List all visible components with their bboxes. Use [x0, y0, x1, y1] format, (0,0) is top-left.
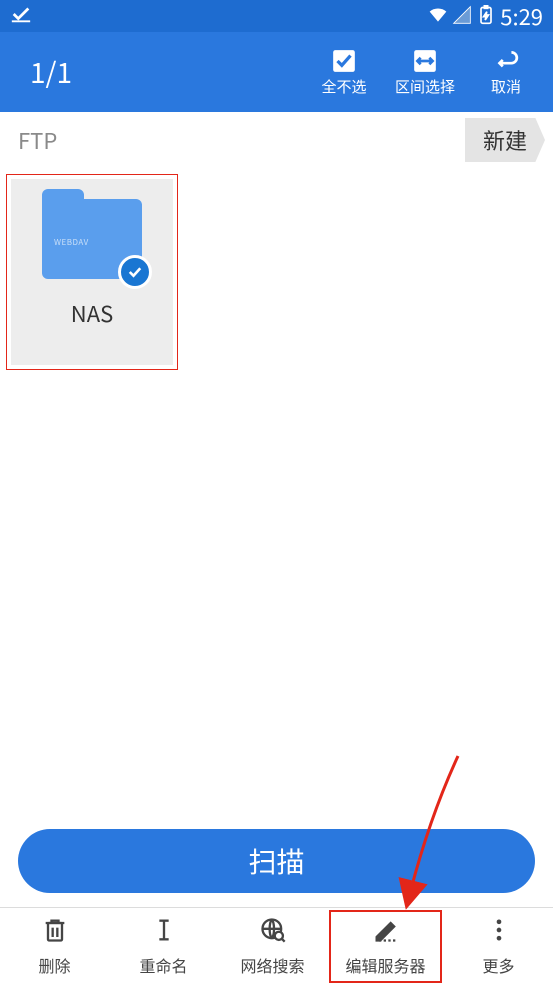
item-label: NAS [71, 297, 113, 329]
rename-button[interactable]: 重命名 [109, 908, 218, 985]
status-time: 5:29 [500, 0, 543, 32]
selection-toolbar: 1/1 全不选 区间选择 取消 [0, 32, 553, 112]
signal-icon [452, 0, 472, 32]
folder-icon: WEBDAV [42, 199, 142, 279]
rename-label: 重命名 [139, 953, 187, 977]
battery-icon [476, 0, 496, 32]
delete-label: 删除 [38, 953, 70, 977]
range-select-button[interactable]: 区间选择 [395, 48, 455, 97]
more-dots-icon [485, 916, 513, 949]
edit-server-button[interactable]: 编辑服务器 [329, 910, 442, 983]
cancel-label: 取消 [491, 76, 521, 97]
more-button[interactable]: 更多 [444, 908, 553, 985]
range-icon [412, 48, 438, 74]
status-check-icon [10, 3, 32, 30]
range-select-label: 区间选择 [395, 76, 455, 97]
checkbox-checked-icon [331, 48, 357, 74]
deselect-all-button[interactable]: 全不选 [315, 48, 373, 97]
globe-search-icon [259, 916, 287, 949]
item-nas[interactable]: WEBDAV NAS [6, 174, 178, 370]
network-search-button[interactable]: 网络搜索 [218, 908, 327, 985]
selection-count: 1/1 [30, 52, 315, 92]
trash-icon [41, 916, 69, 949]
bottom-action-bar: 删除 重命名 网络搜索 编辑服务器 更多 [0, 907, 553, 985]
undo-icon [493, 48, 519, 74]
wifi-icon [428, 0, 448, 32]
delete-button[interactable]: 删除 [0, 908, 109, 985]
edit-icon [372, 916, 400, 949]
folder-type-label: WEBDAV [54, 237, 89, 248]
breadcrumb[interactable]: FTP [18, 124, 57, 156]
scan-button[interactable]: 扫描 [18, 829, 535, 893]
edit-server-label: 编辑服务器 [345, 953, 425, 977]
network-search-label: 网络搜索 [240, 953, 304, 977]
more-label: 更多 [482, 953, 514, 977]
deselect-all-label: 全不选 [321, 76, 366, 97]
new-button[interactable]: 新建 [465, 118, 545, 162]
status-bar: 5:29 [0, 0, 553, 32]
selected-check-icon [118, 255, 152, 289]
cursor-icon [150, 916, 178, 949]
cancel-button[interactable]: 取消 [477, 48, 535, 97]
sub-header: FTP 新建 [0, 112, 553, 168]
content-grid: WEBDAV NAS [0, 168, 553, 376]
